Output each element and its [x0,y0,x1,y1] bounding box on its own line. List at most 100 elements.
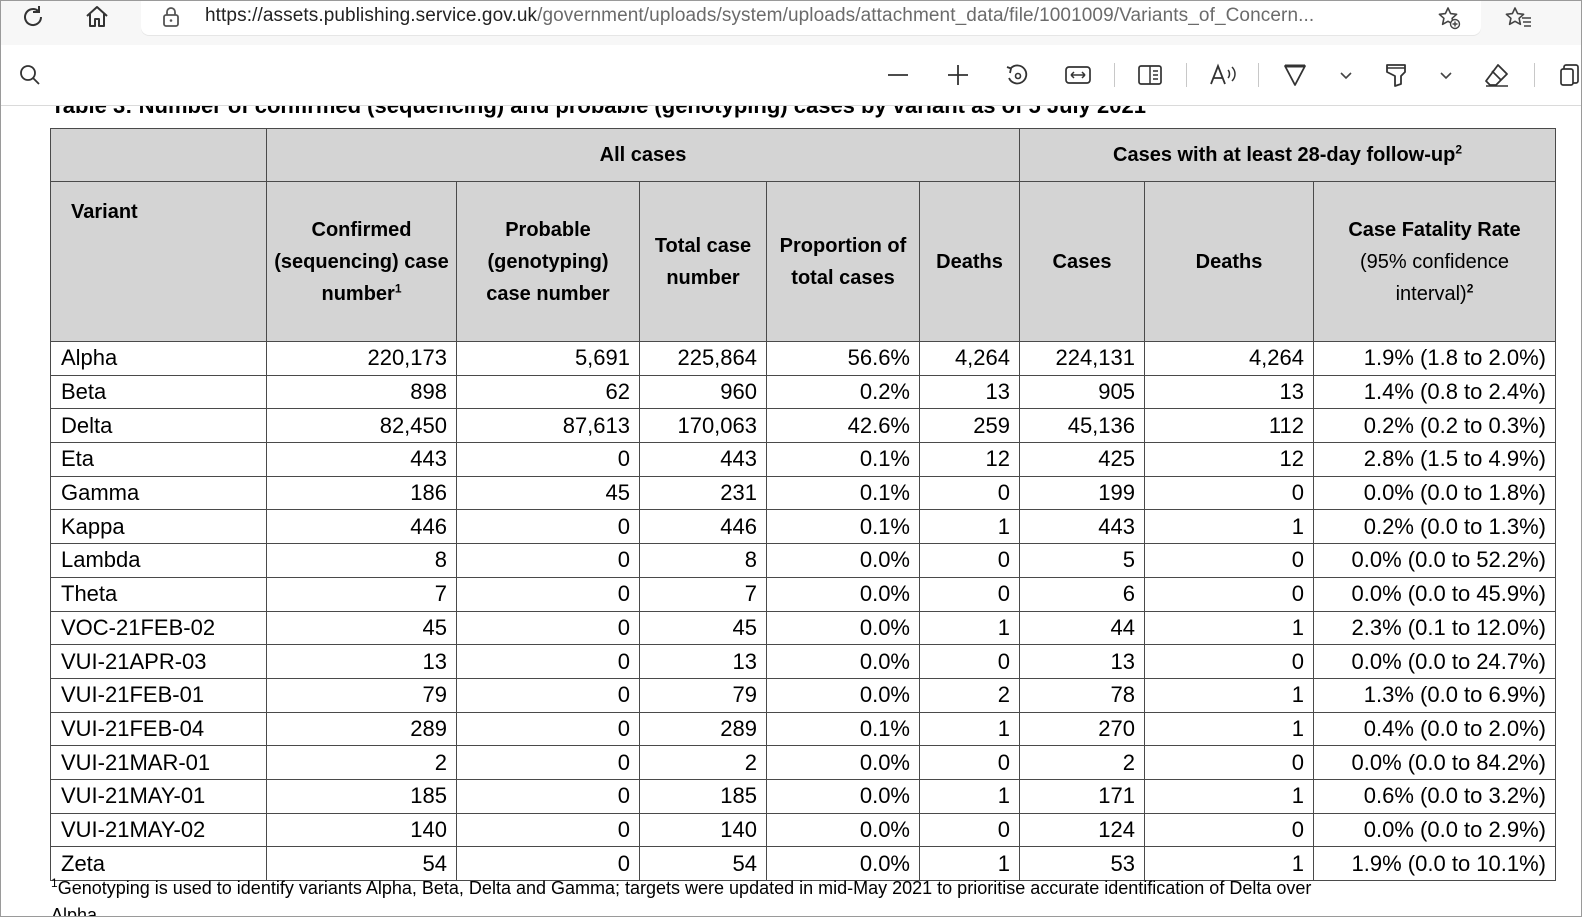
cell-total: 13 [639,644,767,679]
toolbar-divider [1186,63,1187,87]
footnote-text: Genotyping is used to identify variants … [57,878,1312,898]
page-view-icon[interactable] [1133,59,1167,91]
cell-probable: 0 [456,644,640,679]
footnote-marker: 2 [1455,142,1462,157]
table-row: Theta 7 0 7 0.0% 0 6 0 0.0% (0.0 to 45.9%) [50,576,1556,612]
cell-confirmed: 7 [266,576,457,612]
cell-proportion: 0.0% [766,543,920,578]
cell-proportion: 0.1% [766,475,920,511]
cell-deaths-28d: 1 [1144,509,1314,545]
url-field[interactable]: https://assets.publishing.service.gov.uk… [141,1,1481,35]
cell-total: 289 [639,711,767,747]
table-row: VUI-21FEB-01 79 0 79 0.0% 2 78 1 1.3% (0.0 to 6.… [50,677,1556,713]
cell-confirmed: 8 [266,543,457,578]
read-aloud-icon[interactable] [1206,59,1240,91]
erase-icon[interactable] [1480,59,1514,91]
cell-total: 2 [639,745,767,780]
cell-variant: VUI-21MAY-02 [50,812,267,848]
cell-probable: 0 [456,711,640,747]
cell-confirmed: 898 [266,374,457,410]
cell-total: 8 [639,543,767,578]
cell-total: 225,864 [639,341,767,376]
cell-deaths: 2 [919,677,1020,713]
add-favorite-icon[interactable] [1433,3,1465,33]
draw-icon[interactable] [1278,59,1312,91]
col-cfr-subtitle: (95% confidence interval) [1360,250,1509,305]
cell-proportion: 0.1% [766,509,920,545]
cell-probable: 0 [456,745,640,780]
search-icon[interactable] [13,59,47,91]
cell-cases-28d: 44 [1019,610,1145,646]
group-header-all-cases: All cases [266,128,1020,182]
variant-cases-table: All cases Cases with at least 28-day fol… [50,128,1556,881]
cell-cfr: 2.3% (0.1 to 12.0%) [1313,610,1556,646]
url-host: https://assets.publishing.service.gov.uk [205,5,538,26]
cell-variant: VUI-21APR-03 [50,644,267,679]
cell-deaths: 13 [919,374,1020,410]
cell-total: 7 [639,576,767,612]
cell-deaths-28d: 1 [1144,778,1314,814]
cell-deaths-28d: 0 [1144,644,1314,679]
home-icon[interactable] [79,1,115,33]
cell-confirmed: 45 [266,610,457,646]
cell-cases-28d: 124 [1019,812,1145,848]
col-header-probable: Probable (genotyping) case number [456,181,640,342]
col-header-total: Total case number [639,181,767,342]
cell-cfr: 0.0% (0.0 to 52.2%) [1313,543,1556,578]
cell-cfr: 1.9% (0.0 to 10.1%) [1313,846,1556,881]
cell-proportion: 0.1% [766,711,920,747]
highlight-icon[interactable] [1379,59,1413,91]
cell-confirmed: 185 [266,778,457,814]
cell-cases-28d: 270 [1019,711,1145,747]
cell-total: 185 [639,778,767,814]
cell-confirmed: 82,450 [266,408,457,444]
cell-cases-28d: 199 [1019,475,1145,511]
cell-proportion: 0.0% [766,610,920,646]
chevron-down-icon[interactable] [1429,59,1463,91]
cell-proportion: 0.0% [766,745,920,780]
cell-variant: Alpha [50,341,267,376]
cell-probable: 45 [456,475,640,511]
cell-probable: 0 [456,778,640,814]
zoom-in-icon[interactable] [941,59,975,91]
chevron-down-icon[interactable] [1329,59,1363,91]
rotate-icon[interactable] [1000,59,1034,91]
cell-total: 140 [639,812,767,848]
table-title: Table 3: Number of confirmed (sequencing… [51,106,1146,119]
cell-proportion: 0.1% [766,442,920,477]
table-row: VUI-21APR-03 13 0 13 0.0% 0 13 0 0.0% (0.0 to 24… [50,644,1556,679]
pdf-toolbar [1,45,1581,106]
cell-proportion: 42.6% [766,408,920,444]
cell-proportion: 0.0% [766,846,920,881]
cell-proportion: 0.0% [766,812,920,848]
cell-probable: 62 [456,374,640,410]
cell-confirmed: 443 [266,442,457,477]
browser-window: https://assets.publishing.service.gov.uk… [0,0,1582,917]
cell-deaths-28d: 1 [1144,711,1314,747]
refresh-icon[interactable] [15,1,51,33]
cell-cfr: 2.8% (1.5 to 4.9%) [1313,442,1556,477]
toolbar-divider [1258,63,1259,87]
table-row: Delta 82,450 87,613 170,063 42.6% 259 45,136 11… [50,408,1556,444]
cell-confirmed: 140 [266,812,457,848]
cell-total: 54 [639,846,767,881]
cell-probable: 87,613 [456,408,640,444]
zoom-out-icon[interactable] [881,59,915,91]
cell-probable: 5,691 [456,341,640,376]
table-row: VUI-21FEB-04 289 0 289 0.1% 1 270 1 0.4% (0.0 to… [50,711,1556,747]
cell-probable: 0 [456,610,640,646]
cell-variant: VUI-21FEB-01 [50,677,267,713]
lock-icon[interactable] [161,6,181,33]
cell-confirmed: 289 [266,711,457,747]
cell-cfr: 0.0% (0.0 to 2.9%) [1313,812,1556,848]
cell-probable: 0 [456,677,640,713]
cell-cases-28d: 905 [1019,374,1145,410]
cell-variant: Delta [50,408,267,444]
favorites-icon[interactable] [1503,3,1535,33]
more-tools-icon[interactable] [1553,59,1581,91]
cell-cfr: 0.0% (0.0 to 1.8%) [1313,475,1556,511]
fit-width-icon[interactable] [1061,59,1095,91]
cell-deaths: 12 [919,442,1020,477]
cell-proportion: 0.0% [766,644,920,679]
cell-cases-28d: 5 [1019,543,1145,578]
